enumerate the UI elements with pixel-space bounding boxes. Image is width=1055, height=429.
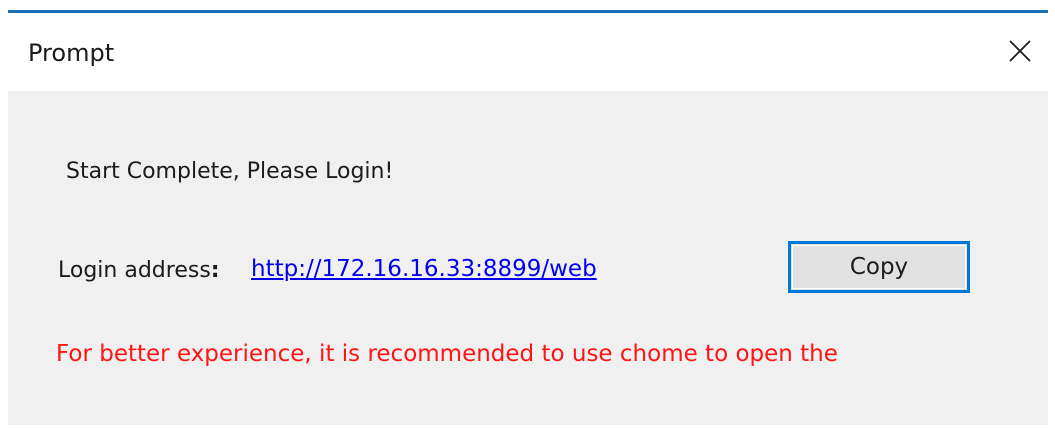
dialog-content: Start Complete, Please Login! Login addr… <box>8 91 1048 425</box>
login-address-label: Login address: <box>58 258 220 283</box>
status-message: Start Complete, Please Login! <box>66 159 394 184</box>
copy-button[interactable]: Copy <box>788 241 970 293</box>
close-icon <box>1009 40 1031 62</box>
title-bar[interactable]: Prompt <box>8 13 1048 91</box>
login-address-link[interactable]: http://172.16.16.33:8899/web <box>251 256 597 282</box>
login-address-colon: : <box>210 258 220 283</box>
login-address-label-text: Login address <box>58 258 211 283</box>
prompt-dialog: Prompt Start Complete, Please Login! Log… <box>8 10 1048 425</box>
dialog-title: Prompt <box>28 39 115 67</box>
browser-recommendation-text: For better experience, it is recommended… <box>56 341 838 367</box>
close-button[interactable] <box>998 31 1042 71</box>
